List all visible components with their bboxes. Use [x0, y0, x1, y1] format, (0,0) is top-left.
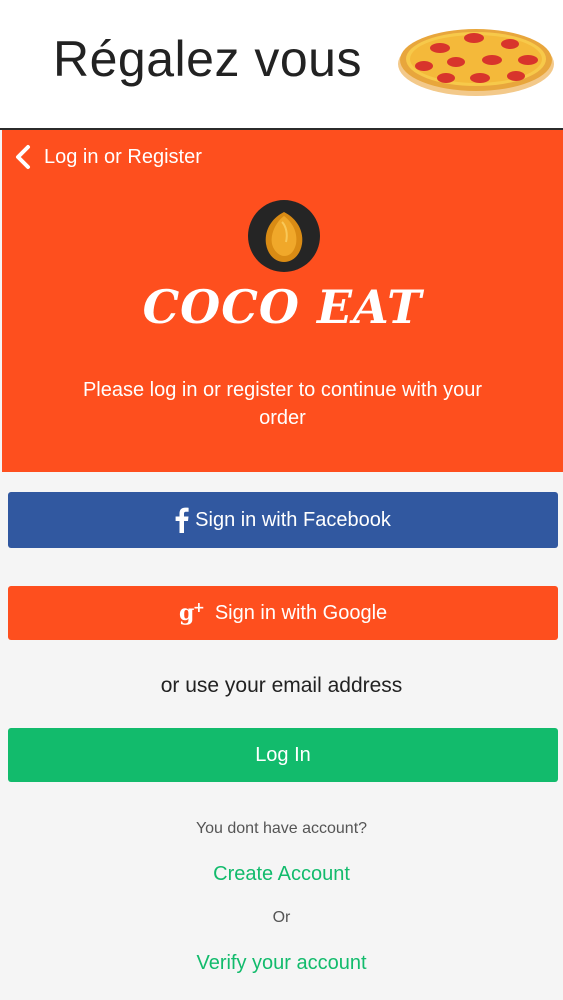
- login-button[interactable]: Log In: [8, 728, 558, 782]
- app-logo: [248, 200, 320, 272]
- google-signin-label: Sign in with Google: [214, 601, 388, 624]
- login-subtitle: Please log in or register to continue wi…: [82, 379, 483, 429]
- promo-banner: Régalez vous: [0, 0, 563, 128]
- app-screen: Log in or Register COCO EAT Please log i…: [0, 128, 563, 1000]
- svg-text:+: +: [193, 600, 205, 616]
- or-text: Or: [272, 909, 291, 926]
- login-header: Log in or Register COCO EAT Please log i…: [2, 130, 563, 472]
- no-account-text: You dont have account?: [195, 820, 368, 837]
- email-divider-text: or use your email address: [160, 674, 403, 697]
- facebook-signin-button[interactable]: Sign in with Facebook: [8, 492, 558, 548]
- chevron-left-icon: [16, 145, 30, 169]
- google-plus-icon: g +: [179, 600, 209, 626]
- facebook-icon: [175, 507, 189, 533]
- google-signin-button[interactable]: g + Sign in with Google: [8, 586, 558, 640]
- pizza-icon: [398, 29, 554, 96]
- back-label: Log in or Register: [44, 145, 202, 168]
- back-button[interactable]: Log in or Register: [12, 144, 202, 170]
- coconut-icon: [265, 212, 303, 262]
- facebook-signin-label: Sign in with Facebook: [195, 508, 391, 531]
- promo-title: Régalez vous: [53, 31, 362, 87]
- create-account-link[interactable]: Create Account: [0, 863, 563, 886]
- brand-name: COCO EAT: [142, 280, 423, 334]
- verify-account-link[interactable]: Verify your account: [0, 952, 563, 975]
